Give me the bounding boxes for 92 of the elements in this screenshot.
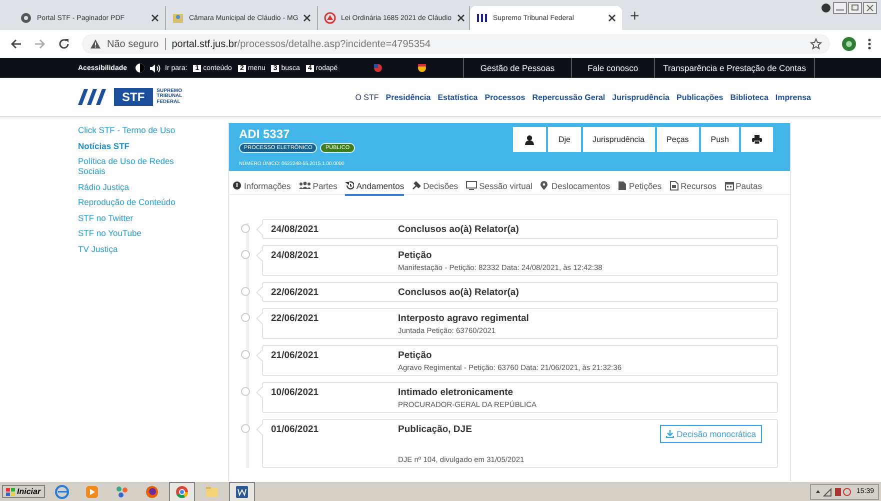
process-tab[interactable]: Informações: [233, 181, 291, 195]
timeline-dot: [241, 250, 250, 259]
process-tab[interactable]: Partes: [298, 181, 338, 195]
person-icon: [525, 134, 534, 144]
speaker-icon[interactable]: [150, 64, 162, 72]
browser-icon[interactable]: [54, 484, 69, 498]
windows-logo-icon: [6, 488, 15, 496]
firefox-icon[interactable]: [144, 484, 159, 498]
extension-icon[interactable]: [842, 37, 856, 51]
nav-link[interactable]: O STF: [355, 92, 379, 102]
process-tab[interactable]: Andamentos: [345, 181, 404, 196]
download-icon: [666, 430, 674, 438]
event-title: Conclusos ao(à) Relator(a): [398, 224, 519, 235]
event-title: Publicação, DJE: [398, 424, 472, 435]
event-date: 22/06/2021: [271, 313, 320, 326]
timeline-dot: [241, 387, 250, 396]
header-button[interactable]: Dje: [548, 127, 580, 152]
nav-link[interactable]: Estatística: [438, 92, 478, 102]
process-tab[interactable]: Decisões: [412, 181, 458, 195]
timeline-dot: [241, 287, 250, 296]
event-title: Intimado eletronicamente: [398, 387, 514, 398]
reload-icon[interactable]: [58, 38, 70, 50]
process-tab[interactable]: Deslocamentos: [540, 181, 610, 195]
process-tab[interactable]: Recursos: [670, 181, 717, 195]
start-button[interactable]: Iniciar: [2, 485, 45, 498]
menu-icon[interactable]: [868, 38, 871, 50]
header-button[interactable]: Jurisprudência: [582, 127, 655, 152]
header-button[interactable]: Push: [700, 127, 739, 152]
nav-link[interactable]: Imprensa: [775, 92, 811, 102]
event-date: 24/08/2021: [271, 224, 320, 235]
event-title: Petição: [398, 250, 432, 261]
warning-icon: [90, 39, 101, 49]
nav-link[interactable]: Jurisprudência: [612, 92, 670, 102]
event-date: 24/08/2021: [271, 250, 320, 263]
top-link[interactable]: Transparência e Prestação de Contas: [654, 58, 815, 78]
close-icon[interactable]: [151, 14, 159, 22]
close-icon[interactable]: [456, 14, 465, 22]
back-icon[interactable]: [10, 38, 22, 50]
top-link[interactable]: Gestão de Pessoas: [463, 58, 571, 78]
nav-link[interactable]: Biblioteca: [730, 92, 768, 102]
process-tab[interactable]: Pautas: [724, 181, 762, 195]
print-button[interactable]: [741, 127, 773, 152]
file-icon: [670, 181, 679, 191]
close-icon[interactable]: [303, 14, 312, 22]
calendar-icon: [724, 181, 734, 191]
header-button[interactable]: Peças: [656, 127, 699, 152]
monitor-icon: [466, 181, 478, 191]
security-label: Não seguro: [107, 38, 159, 50]
event-title: Petição: [398, 350, 432, 361]
flag-icon[interactable]: [418, 64, 426, 72]
event-date: 01/06/2021: [271, 424, 320, 437]
nav-link[interactable]: Processos: [484, 92, 526, 102]
event-date: 21/06/2021: [271, 350, 320, 363]
timeline-dot: [241, 313, 250, 322]
chrome-icon[interactable]: [174, 484, 189, 498]
site-favicon-icon: [324, 12, 336, 24]
printer-icon: [752, 135, 762, 144]
process-title: ADI 5337: [239, 127, 291, 141]
sidebar-link[interactable]: Notícias STF: [78, 140, 178, 150]
pin-icon: [540, 181, 550, 191]
window-controls-icon[interactable]: [833, 2, 877, 14]
address-bar[interactable]: Não seguro portal.stf.jus.br/processos/detalhe.asp?incidente=4795354: [82, 34, 830, 54]
star-icon[interactable]: [810, 38, 822, 50]
info-icon: [233, 181, 242, 191]
gavel-icon: [412, 181, 422, 191]
close-icon[interactable]: [608, 14, 616, 22]
timeline-dot: [241, 350, 250, 359]
event-date: 22/06/2021: [271, 287, 320, 298]
word-icon[interactable]: [234, 484, 249, 498]
timeline-dot: [241, 424, 250, 433]
logo-text: STF: [114, 88, 153, 106]
contrast-icon[interactable]: [135, 63, 146, 73]
profile-icon[interactable]: [821, 3, 831, 13]
event-date: 10/06/2021: [271, 387, 320, 400]
event-title: Conclusos ao(à) Relator(a): [398, 287, 519, 298]
url-host: portal.stf.jus.br: [172, 38, 238, 50]
event-title: Interposto agravo regimental: [398, 313, 529, 324]
process-tab[interactable]: Sessão virtual: [466, 181, 532, 195]
new-tab-button[interactable]: +: [630, 6, 640, 30]
nav-link[interactable]: Publicações: [676, 92, 724, 102]
url-path: /processos/detalhe.asp?incidente=4795354: [237, 38, 430, 50]
nav-link[interactable]: Repercussão Geral: [532, 92, 606, 102]
document-icon: [618, 181, 628, 191]
profile-button[interactable]: [513, 127, 546, 152]
history-icon: [345, 181, 354, 191]
nav-link[interactable]: Presidência: [386, 92, 431, 102]
top-link[interactable]: Fale conosco: [570, 58, 654, 78]
stf-favicon-icon: [476, 12, 488, 24]
process-tab[interactable]: Petições: [618, 181, 662, 195]
site-favicon-icon: [172, 12, 184, 24]
timeline-dot: [241, 224, 250, 233]
site-favicon-icon: [20, 12, 32, 24]
